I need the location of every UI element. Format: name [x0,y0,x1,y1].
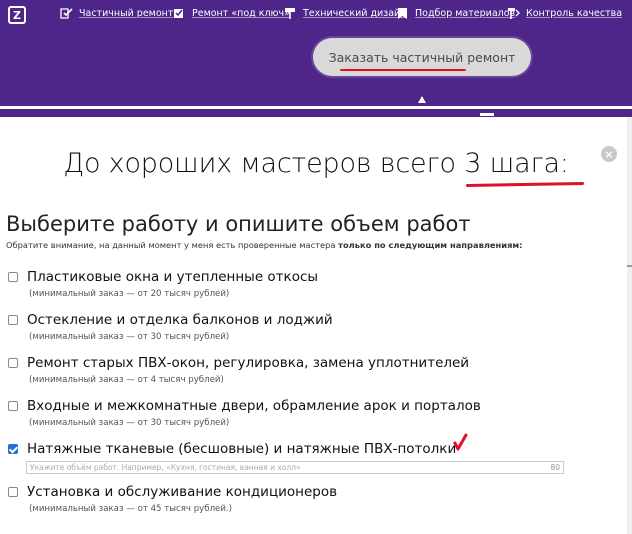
character-counter: 80 [550,463,560,472]
option-label: Входные и межкомнатные двери, обрамление… [27,398,481,414]
option-checkbox[interactable] [8,401,18,411]
notice-bold: только по следующим направлениям: [338,240,523,250]
notice-prefix: Обратите внимание, на данный момент у ме… [6,240,339,250]
checkbox-icon [173,7,186,20]
nav-item-partial-repair[interactable]: Частичный ремонт [60,7,173,20]
section-title: Выберите работу и опишите объем работ [6,212,471,236]
scrollbar[interactable] [627,117,632,534]
nav-item-quality[interactable]: Контроль качества [507,7,622,20]
option-stretch-ceilings[interactable]: Натяжные тканевые (бесшовные) и натяжные… [8,441,456,457]
nav-item-materials[interactable]: Подбор материалов [396,7,515,20]
work-volume-placeholder: Укажите объём работ. Например, «Кухня, г… [30,463,301,472]
option-checkbox-checked[interactable] [8,444,18,454]
bookmark-icon [396,7,409,20]
option-plastic-windows[interactable]: Пластиковые окна и утепленные откосы (ми… [8,269,318,299]
nav-item-label: Подбор материалов [415,8,516,19]
option-checkbox[interactable] [8,487,18,497]
nav-item-tech-design[interactable]: Технический дизайн [284,7,406,20]
option-min-order: (минимальный заказ — от 30 тысяч рублей) [29,418,230,428]
banner-bottom-strip [0,109,632,117]
option-min-order: (минимальный заказ — от 45 тысяч рублей.… [29,504,233,514]
page-title: До хороших мастеров всего 3 шага: [63,148,569,179]
red-checkmark-annotation [453,433,468,451]
option-min-order: (минимальный заказ — от 4 тысяч рублей) [29,375,224,385]
option-air-conditioners[interactable]: Установка и обслуживание кондиционеров (… [8,484,337,514]
notice-text: Обратите внимание, на данный момент у ме… [6,240,523,250]
red-underline-annotation [340,69,466,71]
paint-roller-icon [284,7,297,20]
option-label: Ремонт старых ПВХ-окон, регулировка, зам… [27,355,470,371]
option-min-order: (минимальный заказ — от 20 тысяч рублей) [29,289,230,299]
nav-item-label: Технический дизайн [303,8,407,19]
option-checkbox[interactable] [8,272,18,282]
triangle-pointer-icon [418,96,426,103]
red-underline-annotation [465,181,585,188]
checkmark-icon [60,7,73,20]
option-label: Установка и обслуживание кондиционеров [27,484,338,500]
option-checkbox[interactable] [8,315,18,325]
nav-item-label: Ремонт «под ключ» [192,8,290,19]
logo-icon[interactable]: Z [8,6,26,24]
banner-marker [480,113,494,116]
option-min-order: (минимальный заказ — от 30 тысяч рублей) [29,332,230,342]
option-pvc-repair[interactable]: Ремонт старых ПВХ-окон, регулировка, зам… [8,355,469,385]
scrollbar-thumb[interactable] [627,265,632,267]
nav-item-label: Контроль качества [526,8,623,19]
option-label: Остекление и отделка балконов и лоджий [27,312,333,328]
roller-tools-icon [507,7,520,20]
option-doors[interactable]: Входные и межкомнатные двери, обрамление… [8,398,481,428]
option-balconies[interactable]: Остекление и отделка балконов и лоджий (… [8,312,333,342]
nav-item-label: Частичный ремонт [79,8,174,19]
option-label: Пластиковые окна и утепленные откосы [27,269,319,285]
top-navigation: Z Частичный ремонт Ремонт «под ключ» Тех… [0,0,632,30]
nav-item-turnkey[interactable]: Ремонт «под ключ» [173,7,290,20]
option-checkbox[interactable] [8,358,18,368]
work-volume-input[interactable]: Укажите объём работ. Например, «Кухня, г… [26,461,564,474]
option-label: Натяжные тканевые (бесшовные) и натяжные… [27,441,457,457]
